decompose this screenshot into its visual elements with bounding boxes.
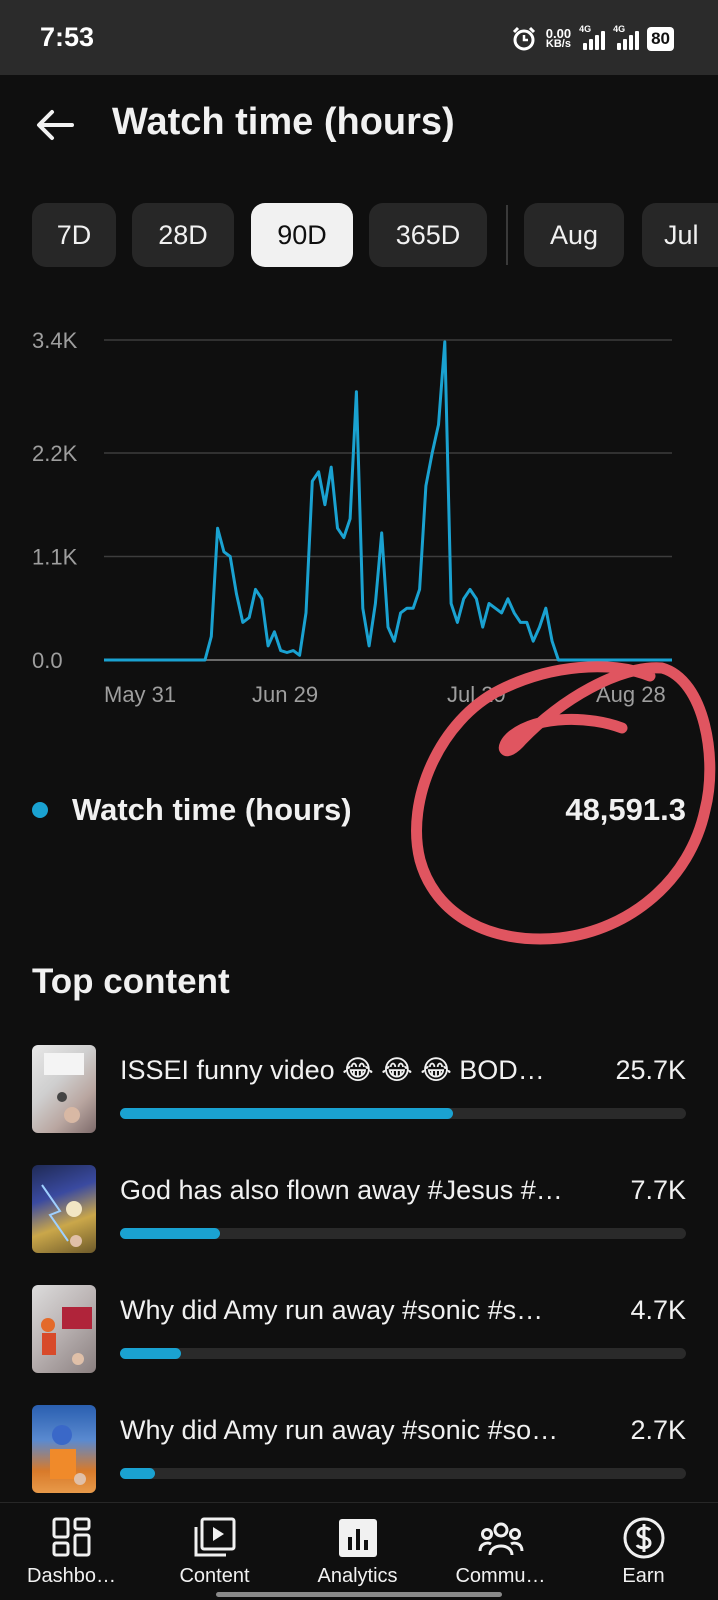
video-thumbnail: [32, 1285, 96, 1373]
chip-aug[interactable]: Aug: [524, 203, 624, 267]
dashboard-icon: [52, 1517, 90, 1557]
alarm-icon: [512, 26, 535, 51]
video-thumbnail: [32, 1165, 96, 1253]
video-thumbnail: [32, 1045, 96, 1133]
header: Watch time (hours): [0, 75, 718, 175]
share-bar-fill: [120, 1108, 453, 1119]
video-thumbnail: [32, 1405, 96, 1493]
content-library-icon: [194, 1517, 235, 1557]
metric-summary: Watch time (hours) 48,591.3: [32, 790, 686, 834]
analytics-icon: [338, 1519, 377, 1557]
period-chips: 7D 28D 90D 365D Aug Jul: [32, 203, 718, 267]
y-tick-label: 1.1K: [32, 544, 78, 569]
content-value: 2.7K: [630, 1415, 686, 1445]
nav-label: Dashbo…: [27, 1565, 116, 1587]
share-bar: [120, 1348, 686, 1359]
content-title: Why did Amy run away #sonic #so…: [120, 1415, 559, 1445]
x-tick-label: Aug 28: [596, 682, 666, 707]
series-line: [104, 340, 672, 662]
nav-community[interactable]: Commu…: [429, 1503, 572, 1600]
arrow-left-icon: [37, 110, 74, 140]
series-dot: [32, 802, 48, 818]
y-tick-label: 3.4K: [32, 328, 78, 353]
content-title: God has also flown away #Jesus #…: [120, 1175, 563, 1205]
chip-jul[interactable]: Jul: [642, 203, 718, 267]
chip-365d[interactable]: 365D: [369, 203, 487, 267]
chip-90d[interactable]: 90D: [251, 203, 353, 267]
signal-icon-sim1: 4G: [579, 24, 606, 50]
chip-divider: [506, 205, 508, 265]
metric-value: 48,591.3: [565, 792, 686, 827]
nav-content[interactable]: Content: [143, 1503, 286, 1600]
metric-label: Watch time (hours): [72, 792, 352, 827]
status-icons: 0.00 KB/s 4G 4G 80: [510, 24, 674, 54]
share-bar-fill: [120, 1468, 156, 1479]
content-title: ISSEI funny video 😂 😂 😂 BOD…: [120, 1055, 545, 1085]
nav-analytics[interactable]: Analytics: [286, 1503, 429, 1600]
chip-7d[interactable]: 7D: [32, 203, 116, 267]
signal-icon-sim2: 4G: [613, 24, 640, 50]
y-tick-label: 2.2K: [32, 441, 78, 466]
line-chart: 0.0 1.1K 2.2K 3.4K May 31 Jun 29 Jul 29 Aug 28: [32, 328, 672, 707]
share-bar: [120, 1468, 686, 1479]
content-value: 25.7K: [615, 1055, 686, 1085]
top-content-title: Top content: [32, 962, 230, 1001]
share-bar: [120, 1108, 686, 1119]
content-item[interactable]: ISSEI funny video 😂 😂 😂 BOD… 25.7K: [32, 1045, 686, 1133]
content-item[interactable]: Why did Amy run away #sonic #so… 2.7K: [32, 1405, 686, 1493]
page-title: Watch time (hours): [112, 101, 455, 143]
share-bar-fill: [120, 1228, 221, 1239]
status-bar: 7:53 0.00 KB/s 4G 4G 80: [0, 0, 718, 75]
nav-label: Earn: [622, 1565, 665, 1587]
home-indicator[interactable]: [216, 1592, 502, 1597]
y-tick-label: 0.0: [32, 648, 63, 673]
content-value: 7.7K: [630, 1175, 686, 1205]
content-item[interactable]: God has also flown away #Jesus #… 7.7K: [32, 1165, 686, 1253]
status-time: 7:53: [40, 22, 95, 52]
nav-earn[interactable]: Earn: [572, 1503, 715, 1600]
nav-label: Commu…: [455, 1565, 546, 1587]
dollar-icon: [623, 1517, 664, 1559]
content-title: Why did Amy run away #sonic #s…: [120, 1295, 544, 1325]
content-item[interactable]: Why did Amy run away #sonic #s… 4.7K: [32, 1285, 686, 1373]
nav-dashboard[interactable]: Dashbo…: [0, 1503, 143, 1600]
chip-28d[interactable]: 28D: [132, 203, 234, 267]
network-speed: 0.00 KB/s: [545, 26, 572, 50]
nav-label: Content: [179, 1565, 250, 1587]
watch-time-chart[interactable]: 0.0 1.1K 2.2K 3.4K May 31 Jun 29 Jul 29 Aug 28: [0, 310, 718, 735]
nav-label: Analytics: [317, 1565, 398, 1587]
battery-indicator: 80: [647, 27, 674, 51]
x-tick-label: Jun 29: [252, 682, 318, 707]
community-icon: [478, 1522, 523, 1556]
share-bar: [120, 1228, 686, 1239]
share-bar-fill: [120, 1348, 182, 1359]
back-button[interactable]: [32, 101, 80, 149]
x-tick-label: Jul 29: [447, 682, 506, 707]
bottom-navigation: Dashbo… Content Analytics Commu… Earn: [0, 1502, 718, 1600]
content-value: 4.7K: [630, 1295, 686, 1325]
x-tick-label: May 31: [104, 682, 176, 707]
